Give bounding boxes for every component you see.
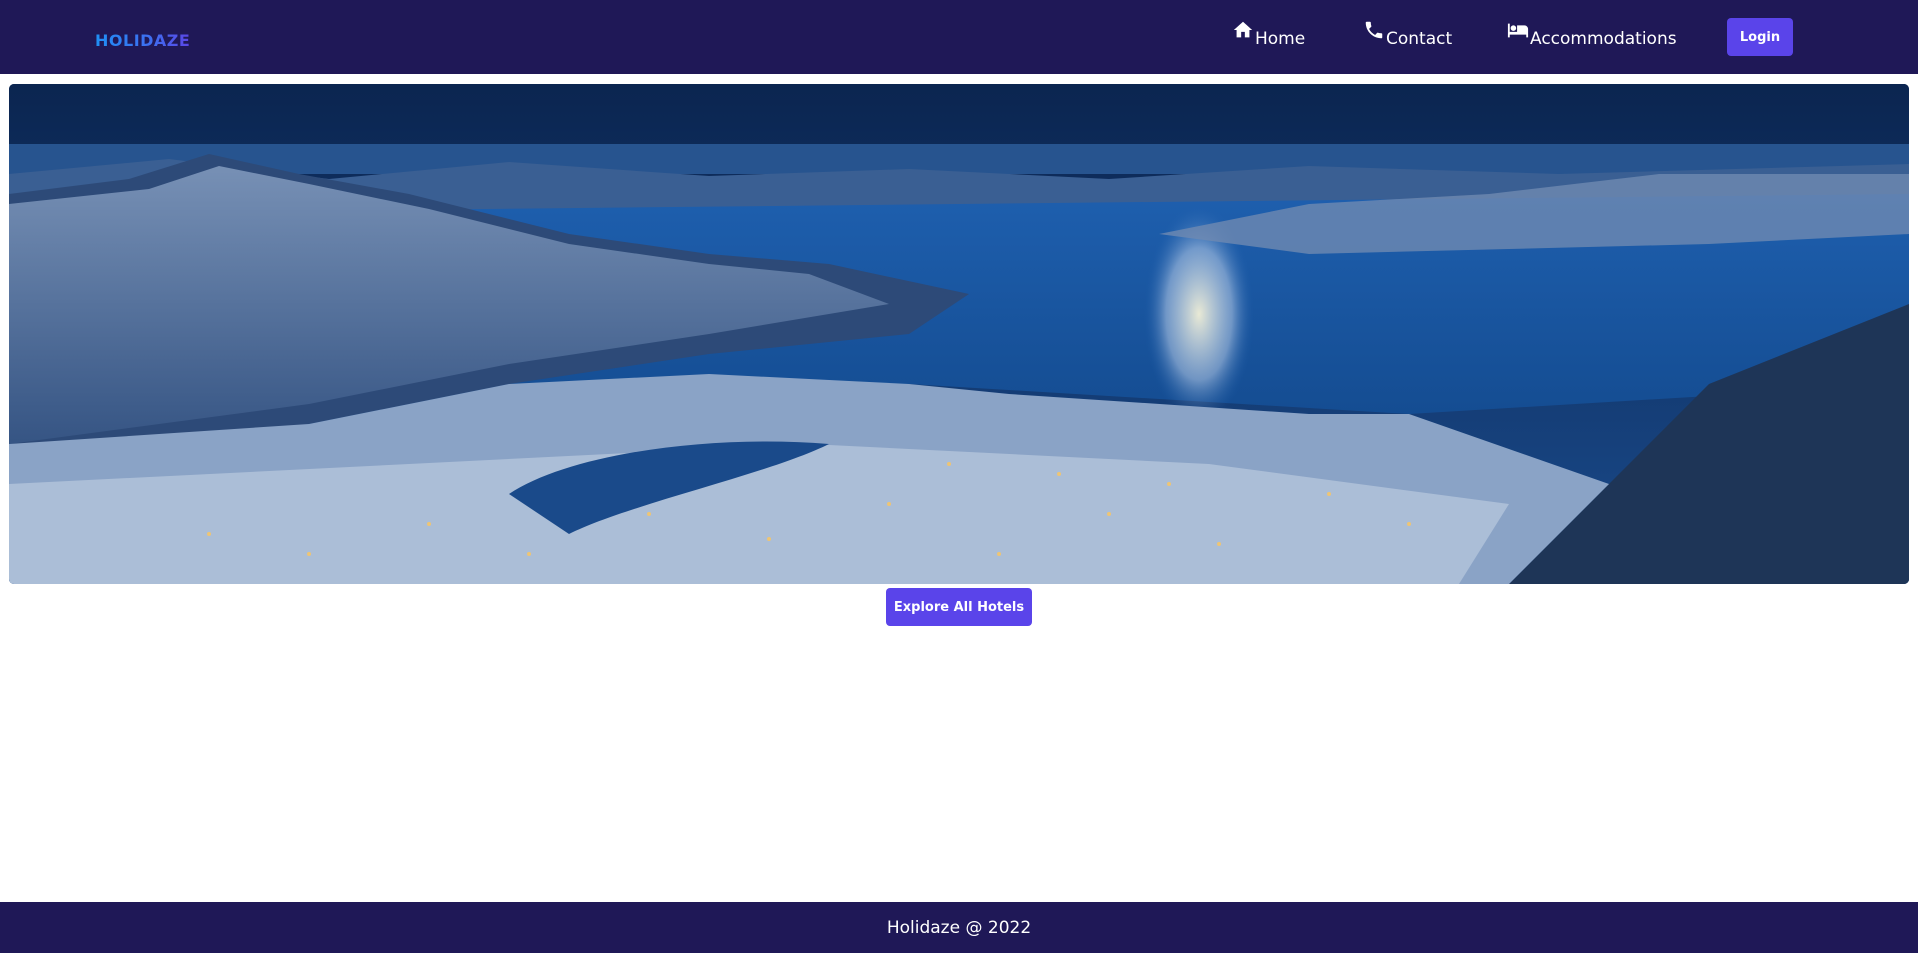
nav-accommodations-label: Accommodations	[1530, 29, 1677, 49]
nav-contact-link[interactable]: Contact	[1363, 19, 1452, 49]
phone-icon	[1363, 19, 1385, 41]
hero-image	[9, 84, 1909, 584]
footer-text: Holidaze @ 2022	[886, 917, 1032, 938]
explore-all-hotels-button[interactable]: Explore All Hotels	[886, 588, 1032, 626]
site-logo[interactable]: HOLIDAZE	[95, 31, 190, 50]
login-button[interactable]: Login	[1727, 18, 1793, 56]
nav-accommodations-link[interactable]: Accommodations	[1507, 19, 1677, 49]
nav-home-label: Home	[1255, 29, 1306, 49]
footer: Holidaze @ 2022	[0, 902, 1918, 953]
nav-contact-label: Contact	[1386, 29, 1453, 49]
home-icon	[1232, 19, 1254, 41]
nav-home-link[interactable]: Home	[1232, 19, 1305, 49]
top-navbar: HOLIDAZE Home Contact Accommodations Log…	[0, 0, 1918, 74]
bed-icon	[1507, 19, 1529, 41]
